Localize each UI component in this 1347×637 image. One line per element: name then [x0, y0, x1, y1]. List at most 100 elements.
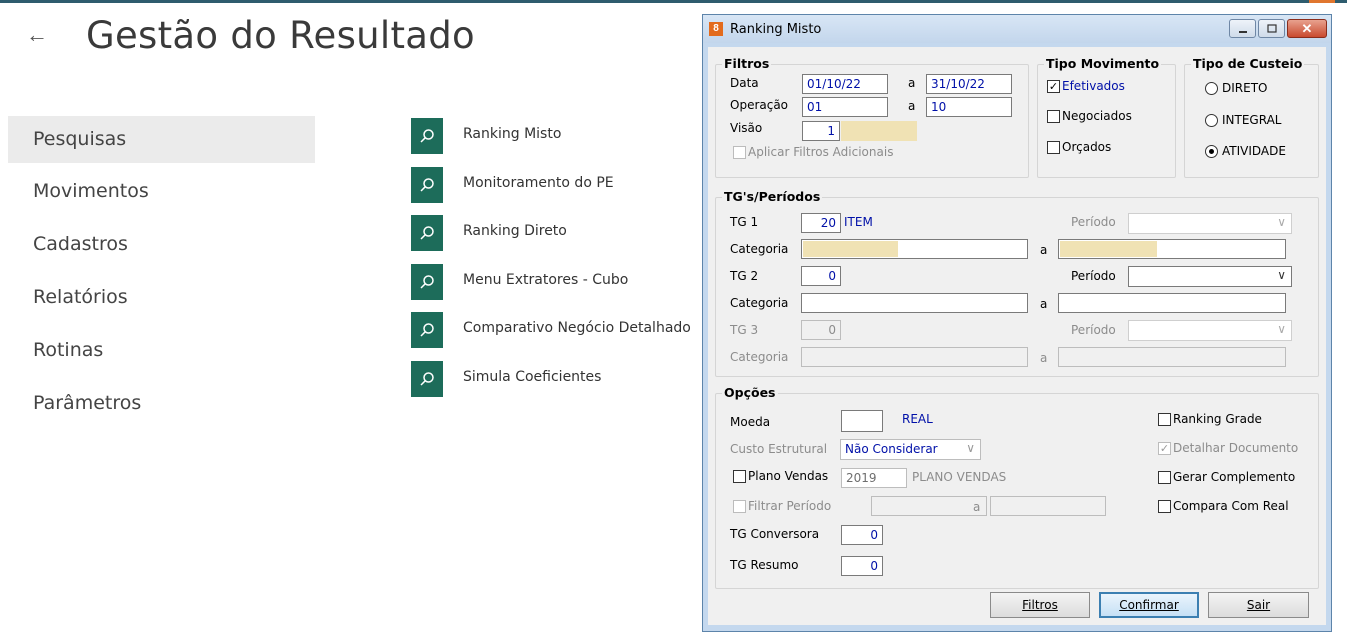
categoria3-from-input[interactable]: [801, 347, 1028, 367]
negociados-checkbox[interactable]: Negociados: [1047, 109, 1132, 123]
search-icon: [411, 166, 443, 203]
operacao-a-label: a: [908, 99, 916, 113]
check-icon: ✓: [1158, 441, 1171, 455]
search-icon: [411, 360, 443, 397]
tg3-input[interactable]: 0: [801, 320, 841, 340]
periodo1-select[interactable]: ∨: [1128, 213, 1292, 234]
filtrar-periodo-to-input[interactable]: [990, 496, 1106, 516]
menu-item-monitoramento-pe[interactable]: Monitoramento do PE: [411, 163, 691, 212]
integral-radio[interactable]: INTEGRAL: [1205, 113, 1281, 127]
moeda-description: REAL: [902, 412, 933, 426]
sair-button[interactable]: Sair: [1208, 592, 1309, 618]
menu-item-label: Ranking Direto: [463, 223, 567, 240]
checkbox-box: [733, 469, 746, 483]
compara-com-real-label: Compara Com Real: [1173, 499, 1289, 513]
checkbox-box: [733, 145, 746, 159]
categoria3-to-input[interactable]: [1058, 347, 1286, 367]
window-titlebar[interactable]: 8 Ranking Misto ✕: [703, 15, 1331, 43]
ranking-grade-label: Ranking Grade: [1173, 412, 1262, 426]
tgs-periodos-group: TG's/Períodos TG 1 20 ITEM Período ∨ Cat…: [715, 189, 1319, 377]
data-label: Data: [730, 76, 759, 90]
compara-com-real-checkbox[interactable]: Compara Com Real: [1158, 499, 1289, 513]
radio-dot: [1205, 113, 1218, 127]
operacao-from-input[interactable]: 01: [802, 97, 888, 117]
periodo3-select[interactable]: ∨: [1128, 320, 1292, 341]
moeda-input[interactable]: [841, 410, 883, 432]
categoria1-a-label: a: [1040, 243, 1048, 257]
integral-label: INTEGRAL: [1222, 113, 1282, 127]
periodo2-label: Período: [1071, 269, 1116, 283]
search-icon: [411, 312, 443, 349]
visao-input[interactable]: 1: [802, 121, 840, 141]
aplicar-filtros-checkbox[interactable]: Aplicar Filtros Adicionais: [733, 145, 893, 159]
orcados-checkbox[interactable]: Orçados: [1047, 140, 1111, 154]
gerar-complemento-checkbox[interactable]: Gerar Complemento: [1158, 470, 1295, 484]
app-icon: 8: [709, 22, 723, 36]
categoria2-a-label: a: [1040, 297, 1048, 311]
menu-item-comparativo-negocio[interactable]: Comparativo Negócio Detalhado: [411, 308, 691, 357]
periodo3-label: Período: [1071, 323, 1116, 337]
checkbox-box: [733, 499, 746, 513]
menu-item-simula-coeficientes[interactable]: Simula Coeficientes: [411, 357, 691, 406]
menu-item-extratores-cubo[interactable]: Menu Extratores - Cubo: [411, 260, 691, 309]
data-from-input[interactable]: 01/10/22: [802, 74, 888, 94]
ranking-misto-window: 8 Ranking Misto ✕ Filtros Data 01/10/22 …: [702, 14, 1332, 632]
atividade-label: ATIVIDADE: [1222, 144, 1286, 158]
visao-description: [841, 121, 917, 141]
search-menu-list: Ranking Misto Monitoramento do PE Rankin…: [411, 114, 691, 405]
categoria3-a-label: a: [1040, 351, 1048, 365]
efetivados-checkbox[interactable]: ✓ Efetivados: [1047, 79, 1125, 93]
confirmar-button[interactable]: Confirmar: [1099, 592, 1199, 618]
sidebar-item-relatorios[interactable]: Relatórios: [8, 274, 315, 327]
direto-radio[interactable]: DIRETO: [1205, 81, 1267, 95]
search-icon: [411, 215, 443, 252]
categoria2-from-input[interactable]: [801, 293, 1028, 313]
filtrar-periodo-checkbox[interactable]: Filtrar Período: [733, 499, 831, 513]
custo-estrutural-label: Custo Estrutural: [730, 442, 828, 456]
custo-estrutural-select[interactable]: Não Considerar ∨: [840, 439, 981, 460]
data-to-input[interactable]: 31/10/22: [926, 74, 1012, 94]
periodo2-select[interactable]: ∨: [1128, 266, 1292, 287]
checkbox-box: [1047, 109, 1060, 123]
filtros-button[interactable]: Filtros: [990, 592, 1090, 618]
efetivados-label: Efetivados: [1062, 79, 1125, 93]
atividade-radio[interactable]: ATIVIDADE: [1205, 144, 1286, 158]
categoria2-label: Categoria: [730, 296, 789, 310]
sidebar-item-movimentos[interactable]: Movimentos: [8, 168, 315, 221]
ranking-grade-checkbox[interactable]: Ranking Grade: [1158, 412, 1262, 426]
operacao-to-input[interactable]: 10: [926, 97, 1012, 117]
sidebar-item-parametros[interactable]: Parâmetros: [8, 380, 315, 433]
radio-dot-selected: [1205, 144, 1218, 158]
plano-vendas-year-input[interactable]: 2019: [841, 468, 907, 488]
checkbox-box: [1158, 499, 1171, 513]
menu-item-label: Ranking Misto: [463, 126, 562, 143]
filtros-title: Filtros: [722, 56, 772, 71]
menu-item-ranking-direto[interactable]: Ranking Direto: [411, 211, 691, 260]
sidebar-item-pesquisas[interactable]: Pesquisas: [8, 116, 315, 163]
sidebar-item-rotinas[interactable]: Rotinas: [8, 327, 315, 380]
checkbox-box: [1158, 470, 1171, 484]
categoria2-to-input[interactable]: [1058, 293, 1286, 313]
page-title: Gestão do Resultado: [86, 14, 475, 57]
tg1-input[interactable]: 20: [801, 213, 841, 233]
tg-resumo-input[interactable]: 0: [841, 556, 883, 576]
plano-vendas-checkbox[interactable]: Plano Vendas: [733, 469, 828, 483]
close-button[interactable]: ✕: [1287, 19, 1327, 38]
search-icon: [411, 263, 443, 300]
radio-dot: [1205, 81, 1218, 95]
maximize-button[interactable]: [1258, 19, 1285, 38]
sidebar-item-cadastros[interactable]: Cadastros: [8, 221, 315, 274]
tg-conversora-input[interactable]: 0: [841, 525, 883, 545]
tg-resumo-label: TG Resumo: [730, 558, 799, 572]
detalhar-documento-checkbox[interactable]: ✓ Detalhar Documento: [1158, 441, 1298, 455]
tg3-label: TG 3: [730, 323, 759, 337]
back-arrow-icon[interactable]: ←: [26, 22, 48, 48]
checkbox-box: [1158, 412, 1171, 426]
opcoes-group: Opções Moeda REAL Custo Estrutural Não C…: [715, 385, 1319, 589]
filtrar-periodo-from-input[interactable]: [871, 496, 987, 516]
periodo1-label: Período: [1071, 215, 1116, 229]
menu-item-ranking-misto[interactable]: Ranking Misto: [411, 114, 691, 163]
menu-item-label: Monitoramento do PE: [463, 174, 614, 191]
minimize-button[interactable]: [1229, 19, 1256, 38]
tg2-input[interactable]: 0: [801, 266, 841, 286]
